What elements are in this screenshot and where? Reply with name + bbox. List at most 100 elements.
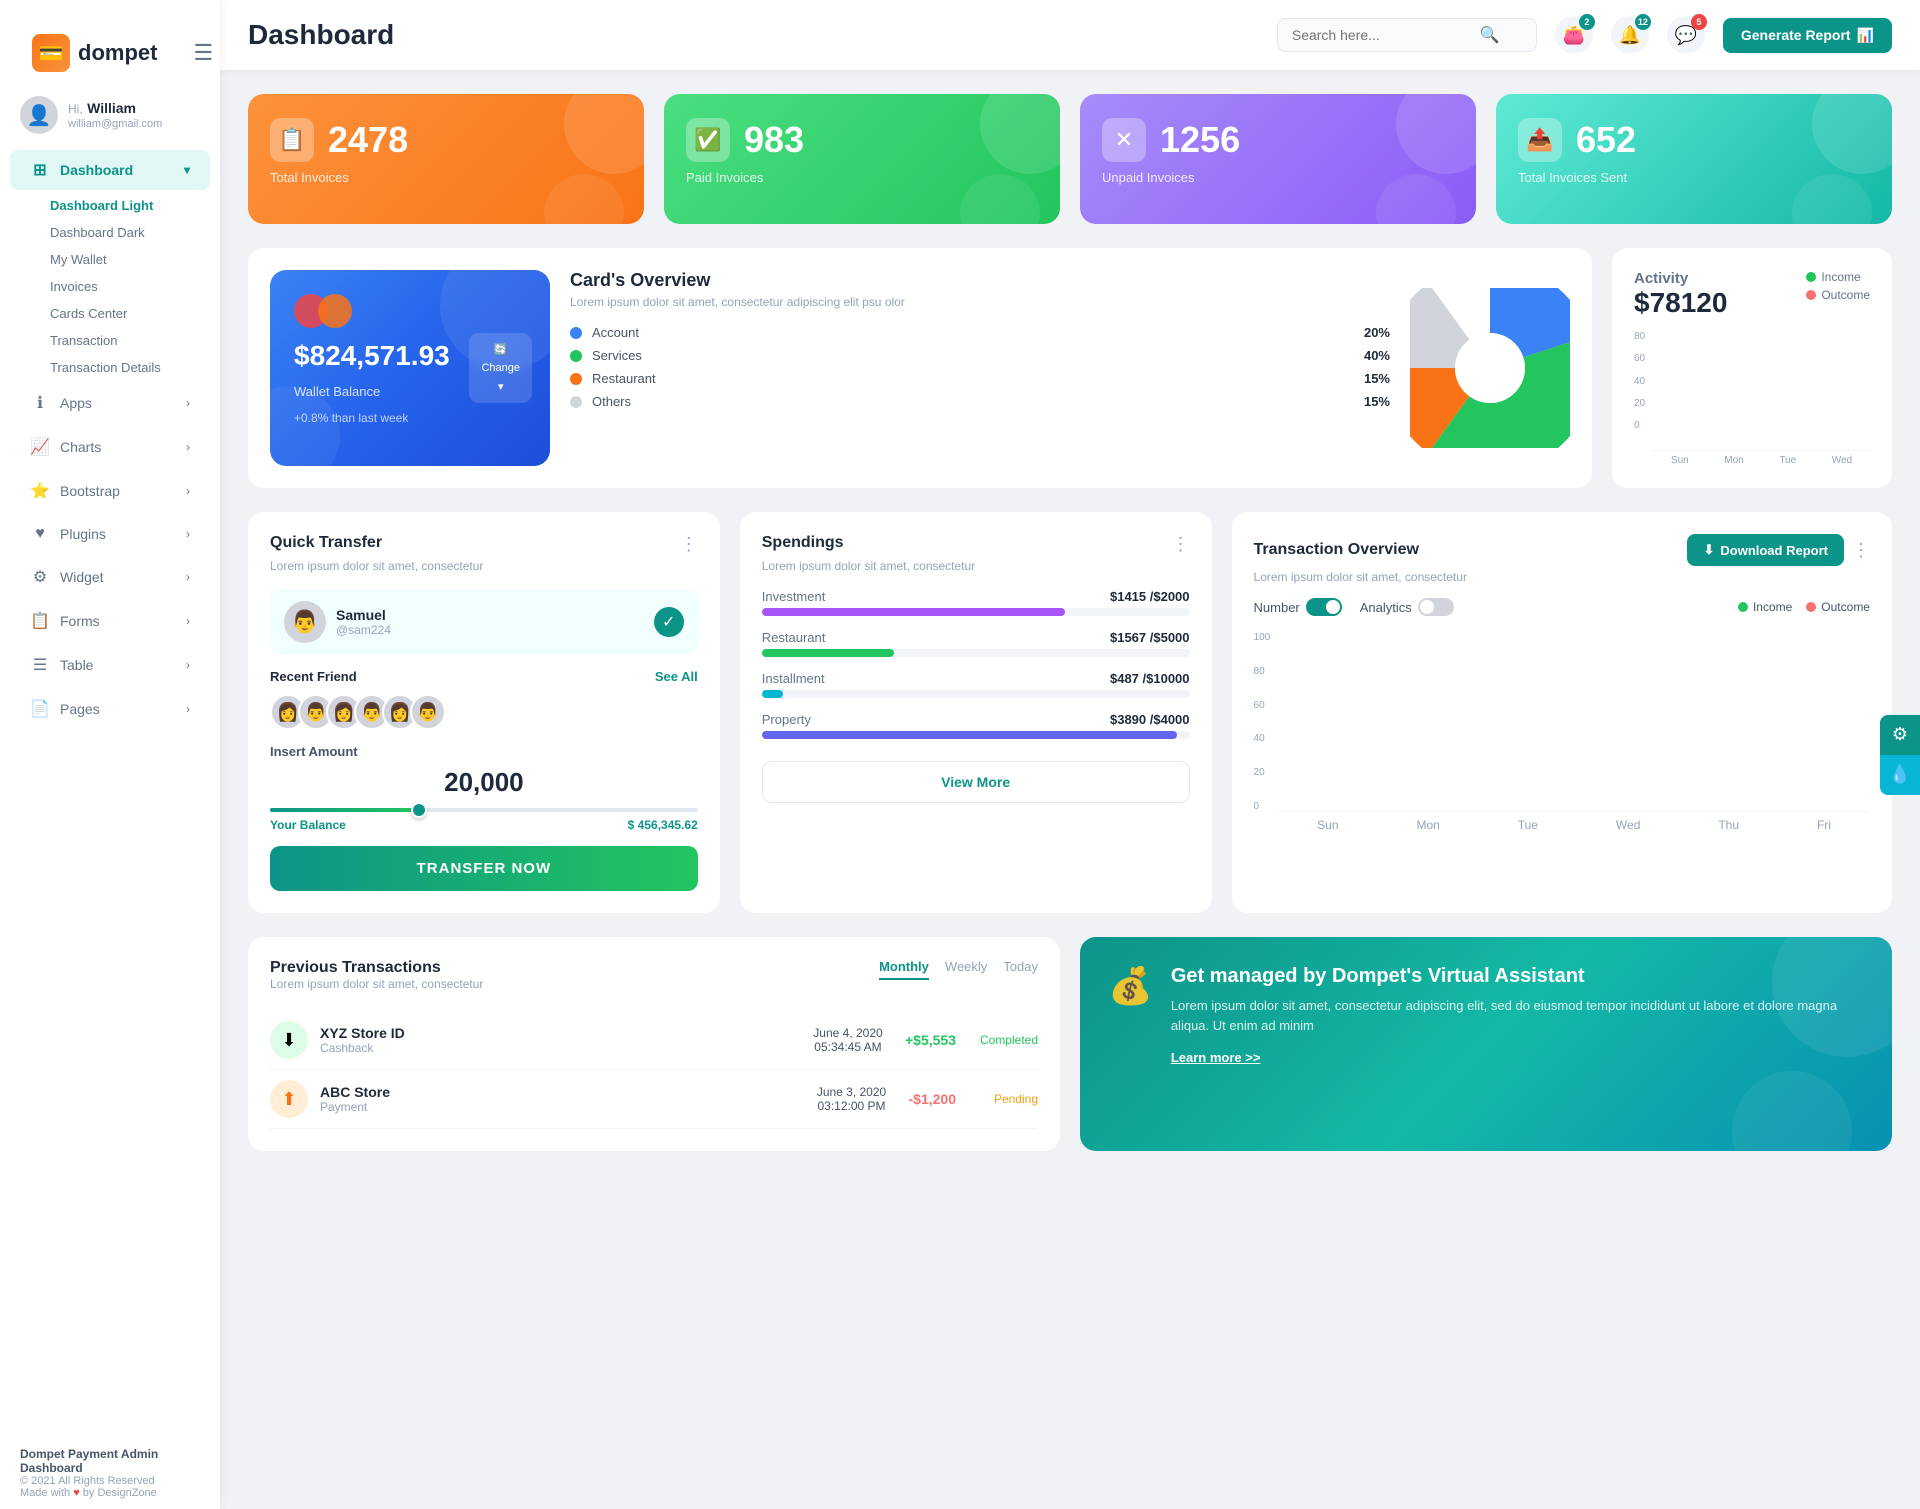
chevron-right-icon: › (186, 614, 190, 628)
toggle-knob (1326, 600, 1340, 614)
tx-amount: +$5,553 (905, 1032, 956, 1048)
notifications-btn[interactable]: 🔔 12 (1611, 16, 1649, 54)
services-pct: 40% (1364, 348, 1390, 363)
others-label: Others (592, 394, 1354, 409)
sidebar-item-bootstrap[interactable]: ⭐ Bootstrap › (10, 471, 210, 511)
transaction-bar-chart (1278, 632, 1870, 812)
amount-slider[interactable] (270, 808, 698, 812)
bottom-row: Quick Transfer ⋮ Lorem ipsum dolor sit a… (248, 512, 1892, 913)
more-options-icon[interactable]: ⋮ (1852, 540, 1870, 561)
table-icon: ☰ (30, 655, 50, 675)
contact-card: 👨 Samuel @sam224 ✓ (270, 589, 698, 655)
theme-side-btn[interactable]: 💧 (1880, 755, 1920, 795)
sidebar-item-widget[interactable]: ⚙ Widget › (10, 557, 210, 597)
wallet-icon-btn[interactable]: 👛 2 (1555, 16, 1593, 54)
analytics-toggle-group: Analytics (1360, 598, 1454, 616)
spending-bar (762, 731, 1177, 739)
download-report-button[interactable]: ⬇ Download Report (1687, 534, 1844, 566)
slider-thumb[interactable] (411, 802, 427, 818)
charts-icon: 📈 (30, 437, 50, 457)
y-axis: 020406080 (1634, 331, 1649, 451)
notifications-badge: 12 (1635, 14, 1651, 30)
analytics-label: Analytics (1360, 600, 1412, 615)
restaurant-label: Restaurant (592, 371, 1354, 386)
prev-transactions-subtitle: Lorem ipsum dolor sit amet, consectetur (270, 977, 483, 991)
wallet-badge: 2 (1579, 14, 1595, 30)
sidebar-footer: Dompet Payment Admin Dashboard © 2021 Al… (0, 1431, 220, 1509)
see-all-link[interactable]: See All (655, 669, 698, 684)
contact-name: Samuel (336, 607, 391, 623)
logo-text: dompet (78, 40, 157, 66)
generate-report-label: Generate Report (1741, 27, 1851, 43)
sidebar-subitem-dashboard-dark[interactable]: Dashboard Dark (0, 219, 220, 246)
apps-icon: ℹ (30, 393, 50, 413)
chart-controls: Number Analytics Inc (1254, 598, 1870, 616)
contact-avatar: 👨 (284, 601, 326, 643)
stat-card-invoices-sent: 📤 652 Total Invoices Sent (1496, 94, 1892, 224)
overview-item: Account 20% (570, 325, 1390, 340)
sidebar-subitem-invoices[interactable]: Invoices (0, 273, 220, 300)
tab-monthly[interactable]: Monthly (879, 959, 929, 980)
tab-weekly[interactable]: Weekly (945, 959, 987, 980)
sidebar-item-label: Plugins (60, 526, 106, 542)
droplet-icon: 💧 (1889, 764, 1911, 785)
toggle-knob (1420, 600, 1434, 614)
chart-icon: 📊 (1857, 27, 1874, 44)
balance-value: $ 456,345.62 (628, 818, 698, 832)
more-options-icon[interactable]: ⋮ (1172, 534, 1190, 555)
more-options-icon[interactable]: ⋮ (680, 534, 698, 555)
sidebar-item-label: Dashboard (60, 162, 133, 178)
tx-amount: -$1,200 (909, 1091, 956, 1107)
sidebar-item-plugins[interactable]: ♥ Plugins › (10, 515, 210, 553)
side-buttons: ⚙ 💧 (1880, 715, 1920, 795)
search-input[interactable] (1292, 27, 1472, 43)
tx-name: ABC Store (320, 1084, 795, 1100)
overview-item: Restaurant 15% (570, 371, 1390, 386)
paid-invoices-icon: ✅ (686, 118, 730, 162)
middle-row: $824,571.93 Wallet Balance +0.8% than la… (248, 248, 1892, 488)
user-profile: 👤 Hi, William william@gmail.com (0, 86, 220, 148)
transaction-icon: ⬆ (270, 1080, 308, 1118)
tx-sub: Payment (320, 1100, 795, 1114)
number-toggle[interactable] (1306, 598, 1342, 616)
sidebar-subitem-cards-center[interactable]: Cards Center (0, 300, 220, 327)
settings-side-btn[interactable]: ⚙ (1880, 715, 1920, 755)
spendings-title: Spendings (762, 534, 844, 552)
pie-chart (1410, 270, 1570, 466)
income-legend: Income (1806, 270, 1870, 284)
transfer-now-button[interactable]: TRANSFER NOW (270, 846, 698, 891)
sidebar-subitem-transaction[interactable]: Transaction (0, 327, 220, 354)
search-box[interactable]: 🔍 (1277, 18, 1537, 52)
messages-btn[interactable]: 💬 5 (1667, 16, 1705, 54)
refresh-icon: 🔄 (494, 343, 508, 356)
restaurant-pct: 15% (1364, 371, 1390, 386)
others-pct: 15% (1364, 394, 1390, 409)
account-pct: 20% (1364, 325, 1390, 340)
va-text: Lorem ipsum dolor sit amet, consectetur … (1171, 996, 1864, 1035)
view-more-button[interactable]: View More (762, 761, 1190, 803)
sidebar-item-label: Table (60, 657, 93, 673)
dashboard-icon: ⊞ (30, 160, 50, 180)
generate-report-button[interactable]: Generate Report 📊 (1723, 18, 1892, 53)
outcome-legend: Outcome (1806, 288, 1870, 302)
sidebar-item-dashboard[interactable]: ⊞ Dashboard ▾ (10, 150, 210, 190)
spending-amount: $1415 /$2000 (1110, 589, 1190, 604)
sidebar-item-table[interactable]: ☰ Table › (10, 645, 210, 685)
unpaid-invoices-number: 1256 (1160, 119, 1240, 161)
sidebar: 💳 dompet ☰ 👤 Hi, William william@gmail.c… (0, 0, 220, 1509)
sidebar-item-apps[interactable]: ℹ Apps › (10, 383, 210, 423)
analytics-toggle[interactable] (1418, 598, 1454, 616)
sidebar-subitem-dashboard-light[interactable]: Dashboard Light (0, 192, 220, 219)
sidebar-item-label: Charts (60, 439, 101, 455)
sidebar-item-forms[interactable]: 📋 Forms › (10, 601, 210, 641)
sidebar-subitem-my-wallet[interactable]: My Wallet (0, 246, 220, 273)
sidebar-subitem-transaction-details[interactable]: Transaction Details (0, 354, 220, 381)
hamburger-btn[interactable]: ☰ (177, 22, 229, 76)
va-learn-more-link[interactable]: Learn more >> (1171, 1050, 1261, 1065)
wallet-change-btn[interactable]: 🔄 Change ▾ (469, 333, 532, 403)
services-dot (570, 350, 582, 362)
sidebar-item-charts[interactable]: 📈 Charts › (10, 427, 210, 467)
tab-today[interactable]: Today (1003, 959, 1038, 980)
sidebar-item-pages[interactable]: 📄 Pages › (10, 689, 210, 729)
user-email: william@gmail.com (68, 118, 162, 130)
